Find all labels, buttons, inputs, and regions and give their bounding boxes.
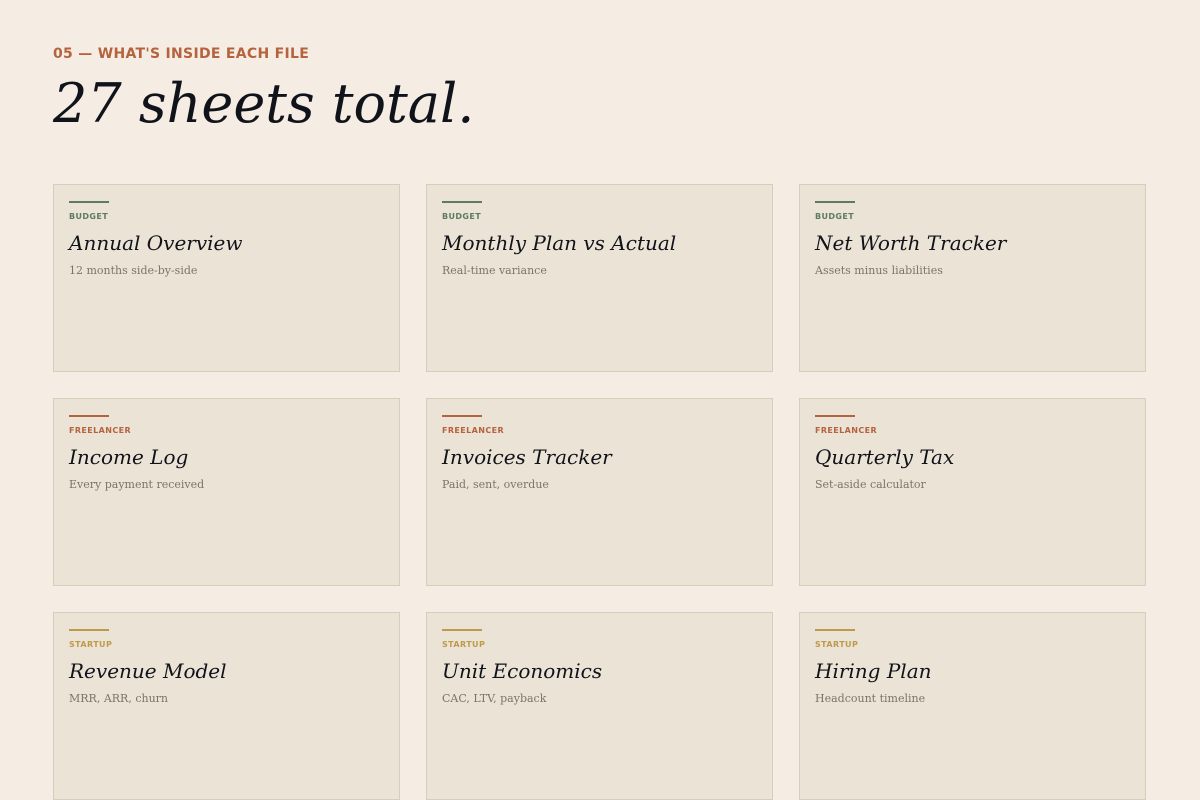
card-accent-rule (69, 415, 109, 417)
card-title: Quarterly Tax (815, 445, 955, 469)
card-tag: STARTUP (442, 640, 486, 649)
card-accent-rule (69, 629, 109, 631)
card-tag: STARTUP (815, 640, 859, 649)
card-title: Revenue Model (69, 659, 227, 683)
card-quarterly-tax[interactable]: FREELANCER Quarterly Tax Set-aside calcu… (799, 398, 1146, 586)
card-accent-rule (442, 629, 482, 631)
card-accent-rule (815, 629, 855, 631)
card-tag: FREELANCER (442, 426, 505, 435)
card-description: Headcount timeline (815, 692, 926, 705)
card-accent-rule (442, 201, 482, 203)
card-tag: FREELANCER (69, 426, 132, 435)
card-tag: BUDGET (815, 212, 855, 221)
section-eyebrow: 05 — WHAT'S INSIDE EACH FILE (53, 46, 310, 62)
page-title: 27 sheets total. (53, 72, 475, 135)
card-tag: BUDGET (69, 212, 109, 221)
card-description: MRR, ARR, churn (69, 692, 168, 705)
card-accent-rule (815, 201, 855, 203)
card-tag: STARTUP (69, 640, 113, 649)
card-monthly-plan-vs-actual[interactable]: BUDGET Monthly Plan vs Actual Real-time … (426, 184, 773, 372)
card-accent-rule (442, 415, 482, 417)
card-unit-economics[interactable]: STARTUP Unit Economics CAC, LTV, payback (426, 612, 773, 800)
card-description: Set-aside calculator (815, 478, 926, 491)
card-description: Every payment received (69, 478, 205, 491)
card-title: Hiring Plan (815, 659, 932, 683)
card-accent-rule (69, 201, 109, 203)
card-net-worth-tracker[interactable]: BUDGET Net Worth Tracker Assets minus li… (799, 184, 1146, 372)
card-hiring-plan[interactable]: STARTUP Hiring Plan Headcount timeline (799, 612, 1146, 800)
card-annual-overview[interactable]: BUDGET Annual Overview 12 months side-by… (53, 184, 400, 372)
page: 05 — WHAT'S INSIDE EACH FILE 27 sheets t… (53, 0, 1147, 800)
card-description: 12 months side-by-side (69, 264, 198, 277)
card-title: Unit Economics (442, 659, 603, 683)
card-tag: FREELANCER (815, 426, 878, 435)
sheet-card-grid: BUDGET Annual Overview 12 months side-by… (53, 184, 1147, 800)
card-description: Assets minus liabilities (815, 264, 943, 277)
card-title: Monthly Plan vs Actual (442, 231, 677, 255)
card-description: Real-time variance (442, 264, 547, 277)
card-description: Paid, sent, overdue (442, 478, 549, 491)
card-accent-rule (815, 415, 855, 417)
card-title: Income Log (69, 445, 189, 469)
card-description: CAC, LTV, payback (442, 692, 547, 705)
card-income-log[interactable]: FREELANCER Income Log Every payment rece… (53, 398, 400, 586)
card-tag: BUDGET (442, 212, 482, 221)
card-title: Invoices Tracker (442, 445, 612, 469)
card-title: Net Worth Tracker (815, 231, 1007, 255)
card-invoices-tracker[interactable]: FREELANCER Invoices Tracker Paid, sent, … (426, 398, 773, 586)
card-revenue-model[interactable]: STARTUP Revenue Model MRR, ARR, churn (53, 612, 400, 800)
card-title: Annual Overview (69, 231, 243, 255)
